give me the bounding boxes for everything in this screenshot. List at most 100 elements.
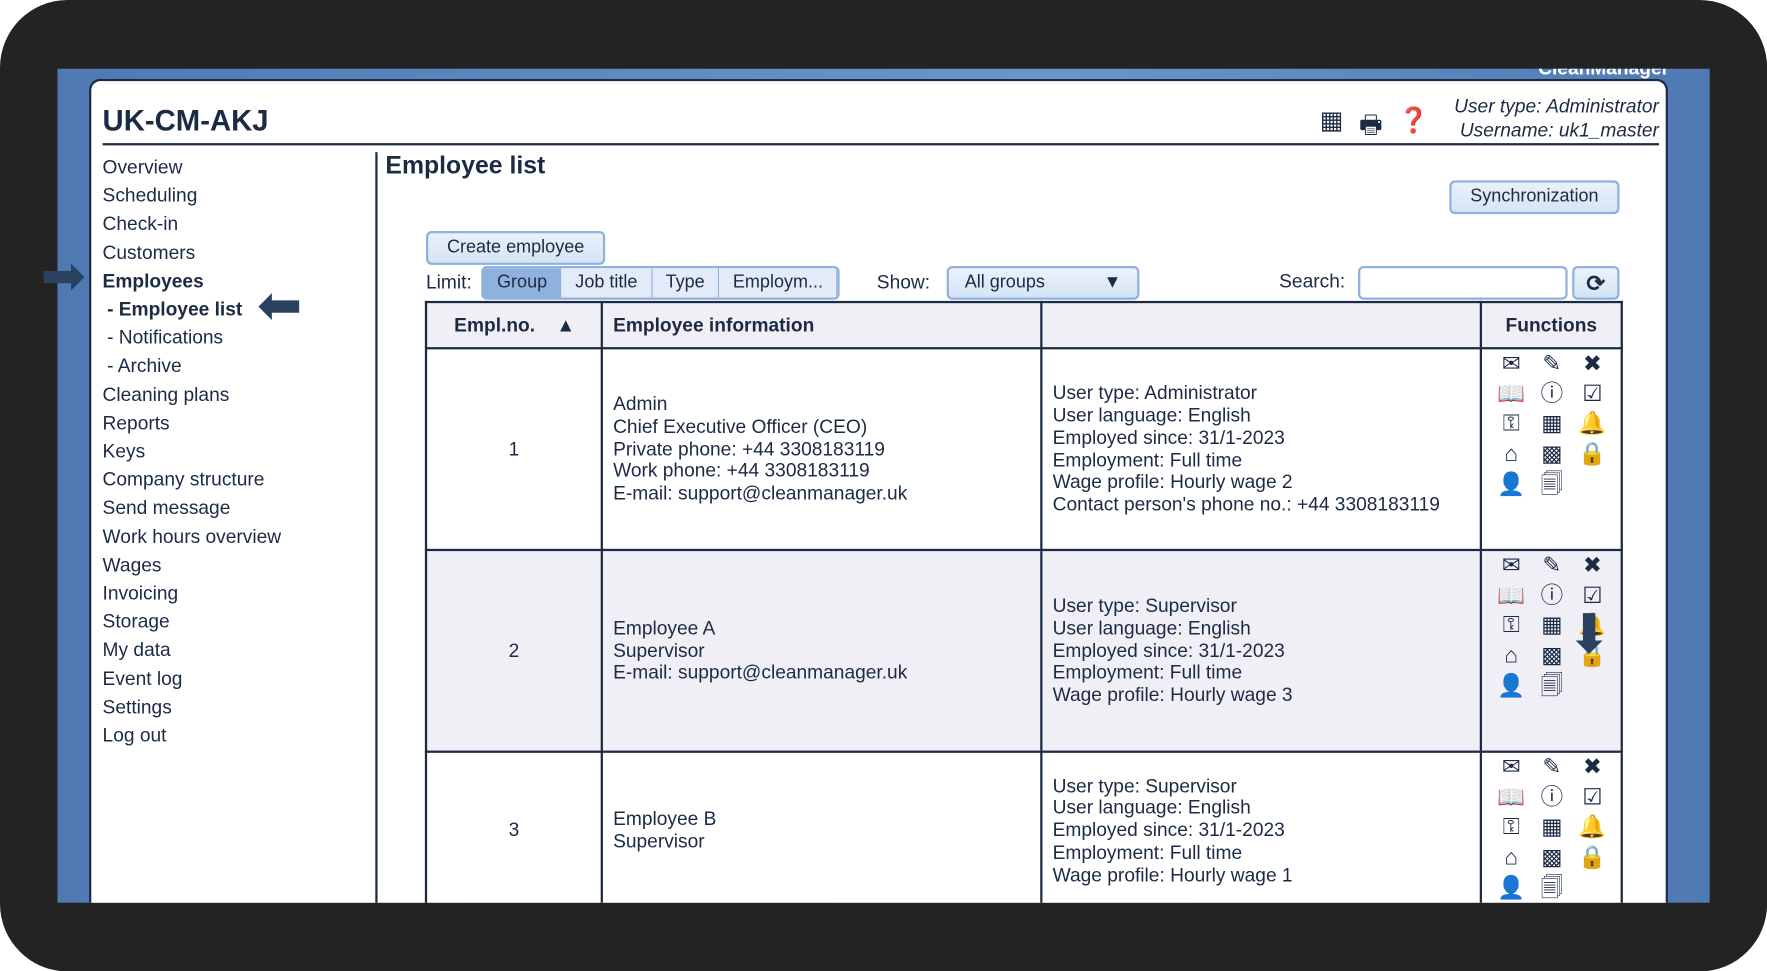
tab-group[interactable]: Group — [483, 268, 562, 298]
pencil-icon[interactable]: ✎ — [1542, 555, 1561, 578]
info-line: Employee A — [613, 617, 716, 639]
info-line: Private phone: +44 3308183119 — [613, 437, 885, 460]
pencil-icon[interactable]: ✎ — [1542, 353, 1561, 376]
calendar-icon[interactable]: ▦ — [1541, 817, 1562, 840]
sidebar-item[interactable]: Log out — [103, 721, 282, 749]
tab-employment[interactable]: Employm... — [719, 268, 838, 298]
sidebar-item[interactable]: Overview — [103, 153, 282, 181]
qr-code-icon[interactable]: ▩ — [1541, 645, 1562, 668]
sidebar-item[interactable]: - Archive — [103, 352, 282, 380]
sidebar-item[interactable]: Settings — [103, 693, 282, 721]
delete-icon[interactable]: ✖ — [1583, 555, 1602, 578]
envelope-icon[interactable]: ✉ — [1502, 756, 1521, 779]
bell-icon[interactable]: 🔔 — [1578, 817, 1606, 840]
sidebar-item[interactable]: My data — [103, 636, 282, 664]
person-icon[interactable]: 👤 — [1497, 877, 1525, 900]
clipboard-check-icon[interactable]: ☑ — [1582, 786, 1602, 809]
sidebar-item[interactable]: Invoicing — [103, 579, 282, 607]
employee-info: Admin Chief Executive Officer (CEO) Privat… — [600, 347, 1043, 552]
envelope-icon[interactable]: ✉ — [1502, 555, 1521, 578]
app-frame: CleanManager UK-CM-AKJ ▦ 🖶 ❓ User type: … — [57, 68, 1710, 903]
sidebar-item[interactable]: Send message — [103, 494, 282, 522]
sidebar-item[interactable]: Scheduling — [103, 182, 282, 210]
detail-line: User language: English — [1052, 617, 1251, 639]
book-icon[interactable]: 📖 — [1497, 786, 1525, 809]
sidebar-item[interactable]: Company structure — [103, 466, 282, 494]
column-header-empl-no[interactable]: Empl.no. ▲ — [424, 300, 603, 350]
tab-job-title[interactable]: Job title — [561, 268, 653, 298]
person-icon[interactable]: 👤 — [1497, 473, 1525, 496]
page-title: Employee list — [385, 151, 546, 180]
book-icon[interactable]: 📖 — [1497, 383, 1525, 406]
home-icon[interactable]: ⌂ — [1504, 645, 1518, 668]
pencil-icon[interactable]: ✎ — [1542, 756, 1561, 779]
calendar-icon[interactable]: ▦ — [1541, 413, 1562, 436]
detail-line: User language: English — [1052, 404, 1251, 427]
info-icon[interactable]: ⓘ — [1541, 585, 1564, 608]
info-line: E-mail: support@cleanmanager.uk — [613, 661, 908, 684]
search-input[interactable] — [1358, 265, 1568, 300]
detail-line: User type: Supervisor — [1052, 775, 1237, 797]
bell-icon[interactable]: 🔔 — [1578, 413, 1606, 436]
key-icon[interactable]: ⚿ — [1503, 615, 1520, 638]
info-line: Work phone: +44 3308183119 — [613, 460, 870, 482]
documents-icon[interactable]: 🗐 — [1541, 877, 1564, 900]
person-icon[interactable]: 👤 — [1497, 675, 1525, 698]
delete-icon[interactable]: ✖ — [1583, 756, 1602, 779]
qr-code-icon[interactable]: ▩ — [1541, 847, 1562, 870]
sidebar-item[interactable]: Cleaning plans — [103, 381, 282, 409]
info-icon[interactable]: ⓘ — [1541, 786, 1564, 809]
table-row[interactable]: 1 Admin Chief Executive Officer (CEO) Priv… — [424, 347, 1623, 552]
search-label: Search: — [1279, 270, 1346, 292]
qr-code-icon[interactable]: ▩ — [1541, 443, 1562, 466]
key-icon[interactable]: ⚿ — [1503, 413, 1520, 436]
col-label: Empl.no. — [454, 313, 536, 336]
info-icon[interactable]: ⓘ — [1541, 383, 1564, 406]
table-row[interactable]: 3 Employee B Supervisor User type: Superv… — [424, 750, 1623, 903]
delete-icon[interactable]: ✖ — [1583, 353, 1602, 376]
detail-line: Employment: Full time — [1052, 449, 1243, 471]
sidebar-item[interactable]: Employees — [103, 267, 282, 295]
sidebar-item[interactable]: - Employee list — [103, 295, 282, 323]
synchronization-button[interactable]: Synchronization — [1449, 180, 1620, 215]
employee-info: Employee B Supervisor — [600, 750, 1043, 903]
clipboard-check-icon[interactable]: ☑ — [1582, 383, 1602, 406]
home-icon[interactable]: ⌂ — [1504, 443, 1518, 466]
info-line: Employee B — [613, 808, 717, 830]
envelope-icon[interactable]: ✉ — [1502, 353, 1521, 376]
info-line: Supervisor — [613, 639, 705, 662]
sort-asc-icon: ▲ — [556, 313, 576, 336]
empl-no: 2 — [424, 548, 603, 753]
sidebar-item[interactable]: Keys — [103, 437, 282, 465]
documents-icon[interactable]: 🗐 — [1541, 473, 1564, 496]
show-select[interactable]: All groups ▼ — [946, 265, 1140, 300]
sidebar-item[interactable]: Customers — [103, 238, 282, 266]
show-value: All groups — [964, 272, 1045, 292]
chevron-down-icon: ▼ — [1103, 272, 1122, 292]
book-icon[interactable]: 📖 — [1497, 585, 1525, 608]
functions-cell: ✉ ✎ ✖ 📖 ⓘ ☑ ⚿ ▦ 🔔 ⌂ ▩ 🔒 👤 🗐 — [1479, 347, 1623, 552]
sidebar-item[interactable]: Storage — [103, 608, 282, 636]
employee-table: Empl.no. ▲ Employee information Function… — [424, 300, 1623, 903]
sidebar-item[interactable]: Check-in — [103, 210, 282, 238]
info-line: E-mail: support@cleanmanager.uk — [613, 482, 908, 504]
table-row[interactable]: 2 Employee A Supervisor E-mail: support@cl… — [424, 548, 1623, 753]
sidebar-item[interactable]: - Notifications — [103, 324, 282, 352]
show-label: Show: — [876, 271, 931, 294]
refresh-button[interactable]: ⟳ — [1572, 265, 1620, 300]
tab-type[interactable]: Type — [652, 268, 720, 298]
sidebar-item[interactable]: Wages — [103, 551, 282, 579]
key-icon[interactable]: ⚿ — [1503, 817, 1520, 840]
employee-details: User type: Administrator User language: E… — [1040, 347, 1483, 552]
sidebar-item[interactable]: Work hours overview — [103, 523, 282, 551]
documents-icon[interactable]: 🗐 — [1541, 675, 1564, 698]
lock-icon[interactable]: 🔒 — [1578, 443, 1606, 466]
home-icon[interactable]: ⌂ — [1504, 847, 1518, 870]
sidebar-item[interactable]: Event log — [103, 665, 282, 693]
calendar-icon[interactable]: ▦ — [1541, 615, 1562, 638]
main-panel: UK-CM-AKJ ▦ 🖶 ❓ User type: Administrator… — [89, 78, 1668, 903]
create-employee-button[interactable]: Create employee — [426, 231, 606, 265]
functions-cell: ✉ ✎ ✖ 📖 ⓘ ☑ ⚿ ▦ 🔔 ⌂ ▩ 🔒 👤 🗐 — [1479, 750, 1623, 903]
sidebar-item[interactable]: Reports — [103, 409, 282, 437]
lock-icon[interactable]: 🔒 — [1578, 847, 1606, 870]
